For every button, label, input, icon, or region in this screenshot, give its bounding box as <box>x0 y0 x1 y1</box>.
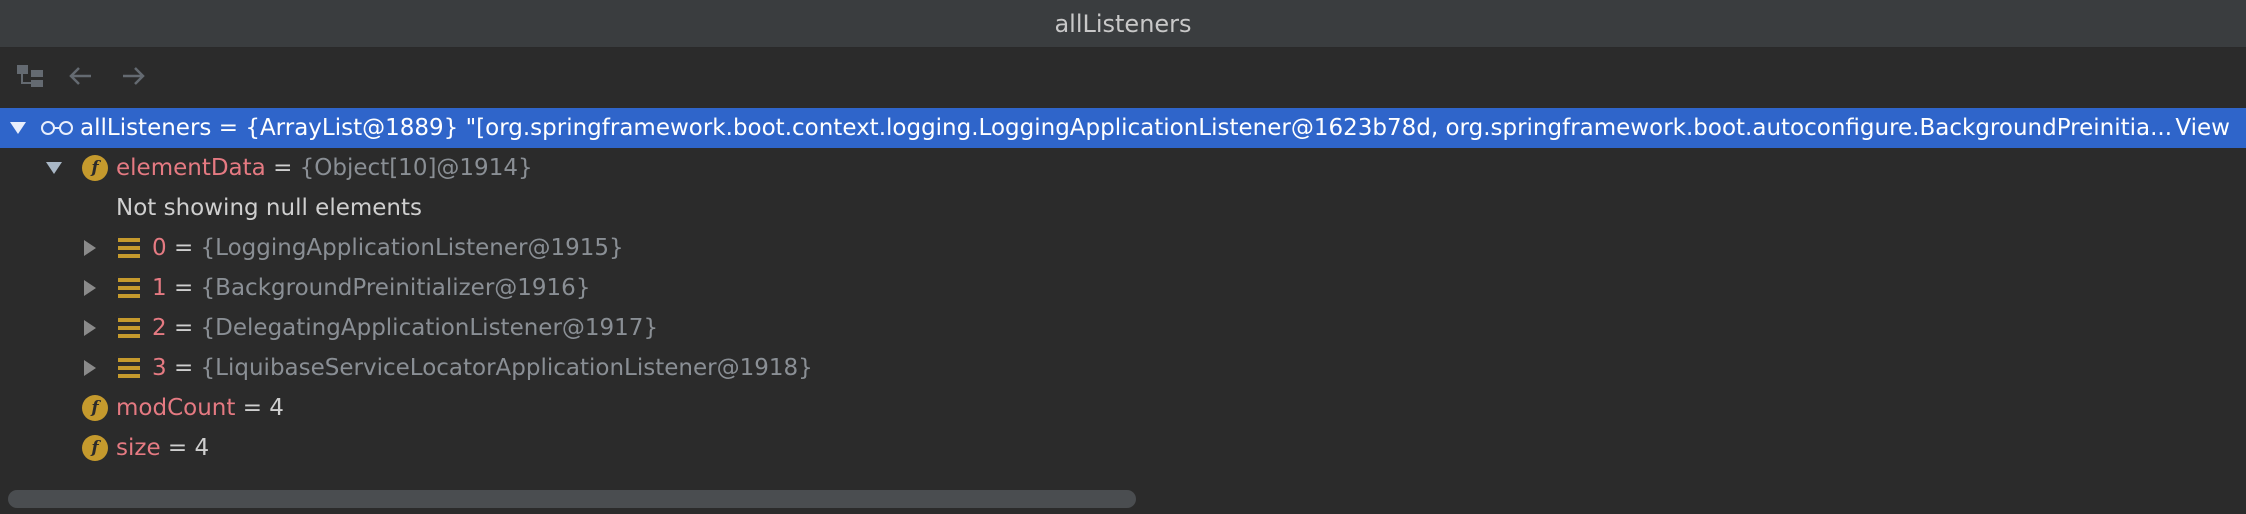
element-value: {LiquibaseServiceLocatorApplicationListe… <box>200 355 813 381</box>
expand-toggle-icon[interactable] <box>10 122 26 134</box>
window-title: allListeners <box>1054 9 1192 38</box>
watch-glasses-icon <box>41 121 73 135</box>
toolbar <box>0 48 2246 102</box>
element-index: 3 <box>152 355 167 381</box>
variable-name: elementData <box>116 155 266 181</box>
tree-row-modCount[interactable]: f modCount = 4 <box>0 388 2246 428</box>
variable-value: {Object[10]@1914} <box>299 155 533 181</box>
array-element-icon <box>118 318 140 338</box>
array-element-icon <box>118 278 140 298</box>
back-arrow-icon[interactable] <box>66 62 96 90</box>
variable-value-line: allListeners = {ArrayList@1889} "[org.sp… <box>80 115 2173 141</box>
expand-toggle-icon[interactable] <box>84 320 96 336</box>
variable-value-line: 1 = {BackgroundPreinitializer@1916} <box>152 275 591 301</box>
tree-row-item[interactable]: 0 = {LoggingApplicationListener@1915} <box>0 228 2246 268</box>
variable-value: {ArrayList@1889} "[org.springframework.b… <box>245 115 2173 141</box>
element-index: 2 <box>152 315 167 341</box>
tree-layout-icon[interactable] <box>16 62 46 90</box>
tree-row-elementData[interactable]: f elementData = {Object[10]@1914} <box>0 148 2246 188</box>
expand-toggle-icon[interactable] <box>84 280 96 296</box>
view-link[interactable]: View <box>2175 115 2230 141</box>
field-icon: f <box>82 395 108 421</box>
variable-value-line: 3 = {LiquibaseServiceLocatorApplicationL… <box>152 355 813 381</box>
element-index: 0 <box>152 235 167 261</box>
null-elements-note: Not showing null elements <box>116 195 422 221</box>
tree-row-allListeners[interactable]: allListeners = {ArrayList@1889} "[org.sp… <box>0 108 2246 148</box>
variable-value: 4 <box>269 395 284 421</box>
element-index: 1 <box>152 275 167 301</box>
element-value: {BackgroundPreinitializer@1916} <box>200 275 591 301</box>
tree-row-note: Not showing null elements <box>0 188 2246 228</box>
tree-row-item[interactable]: 3 = {LiquibaseServiceLocatorApplicationL… <box>0 348 2246 388</box>
field-icon: f <box>82 155 108 181</box>
variable-value-line: 2 = {DelegatingApplicationListener@1917} <box>152 315 659 341</box>
variable-name: allListeners <box>80 115 212 141</box>
array-element-icon <box>118 238 140 258</box>
forward-arrow-icon[interactable] <box>118 62 148 90</box>
element-value: {LoggingApplicationListener@1915} <box>200 235 624 261</box>
expand-toggle-icon[interactable] <box>84 360 96 376</box>
horizontal-scrollbar-thumb[interactable] <box>8 490 1136 508</box>
expand-toggle-icon[interactable] <box>46 162 62 174</box>
variables-tree: allListeners = {ArrayList@1889} "[org.sp… <box>0 108 2246 478</box>
variable-value-line: 0 = {LoggingApplicationListener@1915} <box>152 235 624 261</box>
window-title-bar: allListeners <box>0 0 2246 48</box>
variable-value-line: size = 4 <box>116 435 210 461</box>
expand-toggle-icon[interactable] <box>84 240 96 256</box>
variable-value: 4 <box>194 435 210 461</box>
tree-row-item[interactable]: 2 = {DelegatingApplicationListener@1917} <box>0 308 2246 348</box>
tree-row-size[interactable]: f size = 4 <box>0 428 2246 468</box>
array-element-icon <box>118 358 140 378</box>
variable-name: modCount <box>116 395 236 421</box>
variable-value-line: modCount = 4 <box>116 395 284 421</box>
element-value: {DelegatingApplicationListener@1917} <box>200 315 659 341</box>
field-icon: f <box>82 435 108 461</box>
tree-row-item[interactable]: 1 = {BackgroundPreinitializer@1916} <box>0 268 2246 308</box>
variable-name: size <box>116 435 161 461</box>
variable-value-line: elementData = {Object[10]@1914} <box>116 155 533 181</box>
